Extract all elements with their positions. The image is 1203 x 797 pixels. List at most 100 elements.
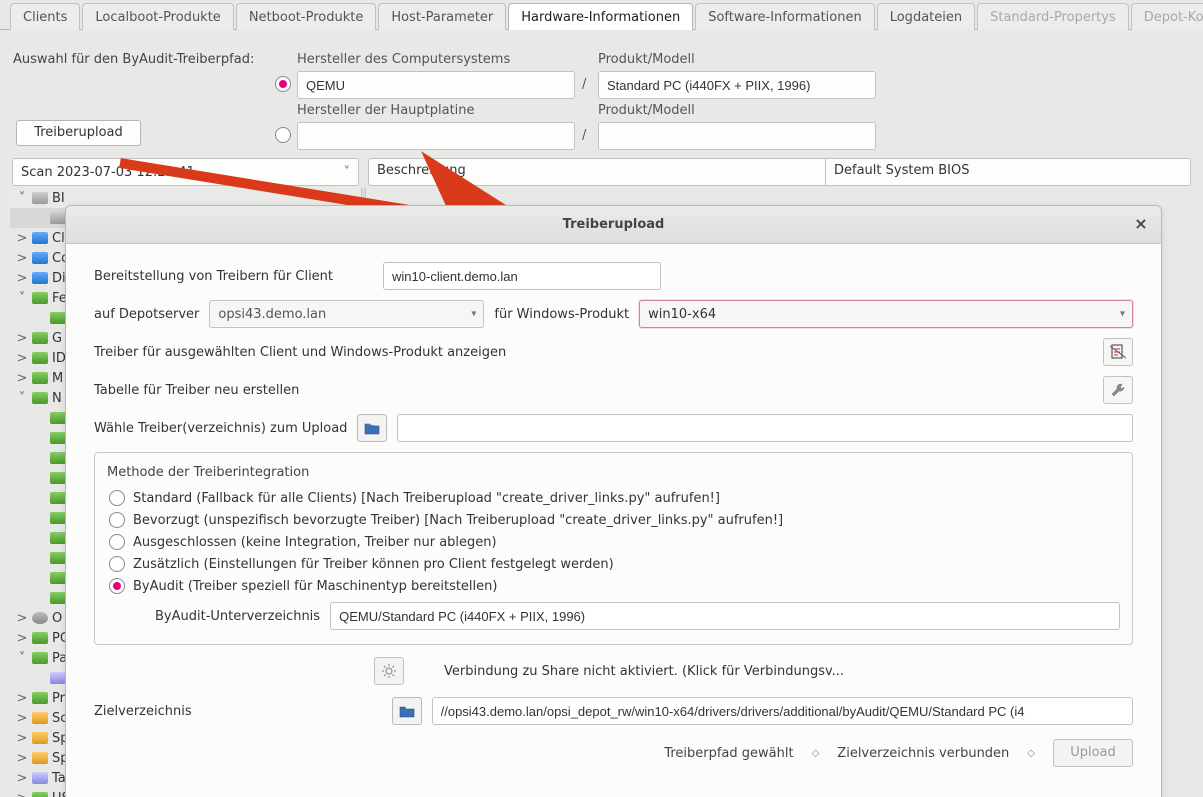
tab-clients[interactable]: Clients: [10, 3, 80, 30]
dev-icon: [32, 372, 48, 384]
target-dir-input[interactable]: [432, 697, 1133, 725]
dev-icon: [32, 792, 48, 797]
disk-icon: [32, 192, 48, 204]
tree-expander-icon[interactable]: >: [16, 351, 28, 366]
scan-label: Scan 2023-07-03 12:21:41: [21, 165, 195, 180]
tree-expander-icon[interactable]: >: [16, 271, 28, 286]
scan-selector[interactable]: Scan 2023-07-03 12:21:41 ˅: [12, 158, 359, 186]
tree-expander-icon[interactable]: >: [16, 771, 28, 786]
close-icon[interactable]: ×: [1131, 215, 1151, 235]
treiberupload-dialog: Treiberupload × Bereitstellung von Treib…: [65, 205, 1162, 797]
tree-expander-icon[interactable]: >: [16, 331, 28, 346]
tree-expander-icon[interactable]: ˅: [16, 651, 28, 666]
description-value: Default System BIOS: [825, 158, 1191, 186]
radio-computersystem[interactable]: [275, 76, 291, 92]
dev-icon: [32, 652, 48, 664]
driverpath-label: Auswahl für den ByAudit-Treiberpfad:: [13, 52, 254, 67]
manufacturer-mb-input[interactable]: [297, 122, 575, 150]
client-label: Bereitstellung von Treibern für Client: [94, 269, 333, 284]
show-drivers-label: Treiber für ausgewählten Client und Wind…: [94, 345, 506, 360]
recreate-table-label: Tabelle für Treiber neu erstellen: [94, 383, 299, 398]
treiberupload-button[interactable]: Treiberupload: [16, 120, 141, 146]
winprod-label: für Windows-Produkt: [494, 307, 629, 322]
depot-select[interactable]: opsi43.demo.lan ▾: [209, 300, 484, 328]
dev-icon: [50, 472, 66, 484]
tree-expander-icon[interactable]: >: [16, 711, 28, 726]
target-dir-button[interactable]: [392, 697, 422, 725]
tree-label: BI: [52, 191, 65, 206]
radio-additional[interactable]: Zusätzlich (Einstellungen für Treiber kö…: [109, 556, 1120, 572]
depot-label: auf Depotserver: [94, 307, 199, 322]
radio-preferred[interactable]: Bevorzugt (unspezifisch bevorzugte Treib…: [109, 512, 1120, 528]
dev-icon: [32, 352, 48, 364]
tree-expander-icon[interactable]: ˅: [16, 291, 28, 306]
client-input[interactable]: [383, 262, 661, 290]
tree-expander-icon[interactable]: >: [16, 371, 28, 386]
dev-icon: [50, 552, 66, 564]
radio-mainboard[interactable]: [275, 127, 291, 143]
dev-icon: [32, 632, 48, 644]
method-title: Methode der Treiberintegration: [107, 465, 1120, 480]
tab-logs[interactable]: Logdateien: [877, 3, 975, 30]
upload-dir-input[interactable]: [397, 414, 1133, 442]
tree-expander-icon[interactable]: ˅: [16, 391, 28, 406]
radio-additional-label: Zusätzlich (Einstellungen für Treiber kö…: [133, 557, 614, 572]
dev-icon: [50, 512, 66, 524]
recreate-table-button[interactable]: [1103, 376, 1133, 404]
tree-expander-icon[interactable]: >: [16, 751, 28, 766]
show-drivers-button[interactable]: [1103, 338, 1133, 366]
tree-label: M: [52, 371, 63, 386]
dev-icon: [32, 692, 48, 704]
tree-expander-icon[interactable]: >: [16, 611, 28, 626]
tab-swinfo[interactable]: Software-Informationen: [695, 3, 875, 30]
tree-expander-icon[interactable]: >: [16, 791, 28, 797]
target-dir-label: Zielverzeichnis: [94, 704, 192, 719]
cfg-icon: [32, 712, 48, 724]
dev-icon: [50, 452, 66, 464]
dev-icon: [50, 572, 66, 584]
dialog-title-bar[interactable]: Treiberupload ×: [66, 206, 1161, 244]
radio-excluded[interactable]: Ausgeschlossen (keine Integration, Treib…: [109, 534, 1120, 550]
tree-expander-icon[interactable]: >: [16, 691, 28, 706]
upload-button[interactable]: Upload: [1053, 739, 1133, 767]
tab-hwinfo[interactable]: Hardware-Informationen: [508, 3, 693, 30]
tab-localboot[interactable]: Localboot-Produkte: [82, 3, 233, 30]
choose-dir-button[interactable]: [357, 414, 387, 442]
tree-label: ID: [52, 351, 66, 366]
dev-icon: [50, 432, 66, 444]
tab-hostparam[interactable]: Host-Parameter: [378, 3, 506, 30]
prn-icon: [32, 272, 48, 284]
tree-expander-icon[interactable]: >: [16, 231, 28, 246]
radio-standard[interactable]: Standard (Fallback für alle Clients) [Na…: [109, 490, 1120, 506]
wrench-icon: [1110, 382, 1126, 398]
dev-icon: [50, 532, 66, 544]
tab-stdprops: Standard-Propertys: [977, 3, 1129, 30]
dev-icon: [50, 592, 66, 604]
manufacturer-cs-input[interactable]: [297, 71, 575, 99]
tree-expander-icon[interactable]: >: [16, 251, 28, 266]
gear-icon: [381, 663, 397, 679]
prn-icon: [32, 232, 48, 244]
tree-expander-icon[interactable]: >: [16, 731, 28, 746]
tree-label: Pr: [52, 691, 65, 706]
tab-bar: Clients Localboot-Produkte Netboot-Produ…: [0, 0, 1203, 30]
net-icon: [32, 612, 48, 624]
tree-expander-icon[interactable]: >: [16, 631, 28, 646]
radio-byaudit[interactable]: ByAudit (Treiber speziell für Maschinent…: [109, 578, 1120, 594]
radio-preferred-label: Bevorzugt (unspezifisch bevorzugte Treib…: [133, 513, 783, 528]
tree-expander-icon[interactable]: ˅: [16, 191, 28, 206]
slash-2: /: [582, 128, 586, 143]
product-cs-input[interactable]: [598, 71, 876, 99]
manufacturer-mb-label: Hersteller der Hauptplatine: [297, 103, 475, 118]
chevron-down-icon: ▾: [1120, 309, 1125, 320]
product-mb-input[interactable]: [598, 122, 876, 150]
dev-icon: [50, 492, 66, 504]
status-path-chosen: Treiberpfad gewählt: [664, 746, 793, 761]
share-settings-button[interactable]: [374, 657, 404, 685]
disk-icon: [50, 212, 66, 224]
byaudit-sub-input[interactable]: [330, 602, 1120, 630]
dialog-title: Treiberupload: [563, 217, 665, 232]
share-status-text[interactable]: Verbindung zu Share nicht aktiviert. (Kl…: [444, 664, 844, 679]
tab-netboot[interactable]: Netboot-Produkte: [236, 3, 377, 30]
winprod-select[interactable]: win10-x64 ▾: [639, 300, 1133, 328]
